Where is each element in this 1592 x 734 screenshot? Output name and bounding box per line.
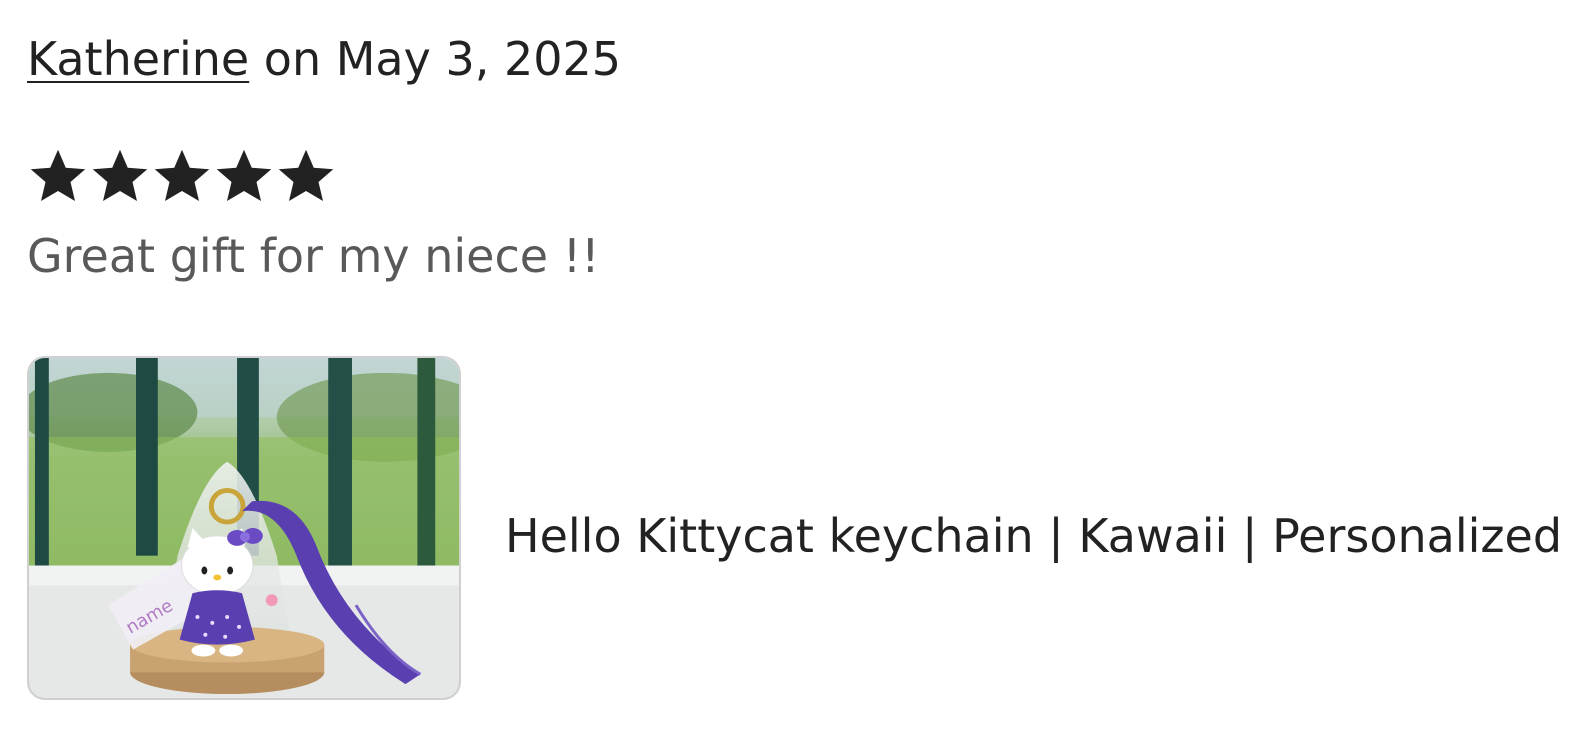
keychain-photo: name (29, 358, 459, 698)
review-card: Katherine on May 3, 2025 Great gift for … (27, 0, 1567, 734)
star-filled-icon (151, 146, 213, 206)
reviewer-name-link[interactable]: Katherine (27, 32, 249, 86)
review-body: Great gift for my niece !! (27, 229, 600, 283)
star-filled-icon (275, 146, 337, 206)
star-filled-icon (89, 146, 151, 206)
star-filled-icon (27, 146, 89, 206)
review-date: on May 3, 2025 (249, 32, 622, 86)
star-rating (27, 146, 337, 206)
review-byline: Katherine on May 3, 2025 (27, 30, 621, 88)
star-filled-icon (213, 146, 275, 206)
listing-title-link[interactable]: Hello Kittycat keychain | Kawaii | Perso… (505, 506, 1562, 566)
listing-thumbnail[interactable]: name (27, 356, 461, 700)
listing-preview: name Hello Kittycat keychain | Kawaii | … (27, 356, 1567, 704)
